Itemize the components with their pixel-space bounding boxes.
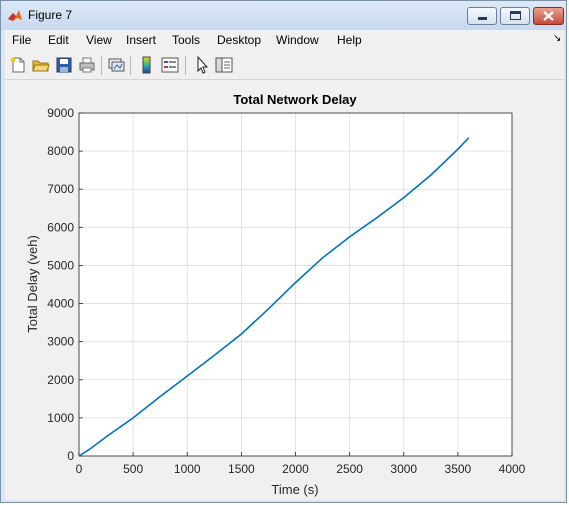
insert-colorbar-icon[interactable]	[138, 56, 156, 74]
y-tick-label: 0	[67, 449, 74, 463]
menu-view[interactable]: View	[86, 33, 112, 47]
figure-window: Figure 7 File Edit View Insert Tools Des…	[0, 0, 567, 503]
new-figure-icon[interactable]	[9, 56, 27, 74]
x-tick-label: 4000	[499, 462, 526, 476]
x-tick-label: 2500	[336, 462, 363, 476]
x-axis-label: Time (s)	[271, 482, 318, 497]
link-plot-icon[interactable]	[107, 56, 125, 74]
y-axis-label: Total Delay (veh)	[25, 235, 40, 333]
menu-window[interactable]: Window	[276, 33, 319, 47]
toolbar-separator	[101, 56, 102, 75]
maximize-icon	[510, 11, 521, 20]
y-tick-label: 5000	[47, 258, 74, 272]
menu-desktop[interactable]: Desktop	[217, 33, 261, 47]
y-tick-label: 3000	[47, 335, 74, 349]
menu-file[interactable]: File	[12, 33, 31, 47]
print-icon[interactable]	[78, 56, 96, 74]
x-tick-label: 3000	[390, 462, 417, 476]
y-tick-label: 7000	[47, 182, 74, 196]
menu-insert[interactable]: Insert	[126, 33, 156, 47]
title-bar[interactable]: Figure 7	[1, 1, 566, 30]
dock-arrow-icon[interactable]: ↘	[553, 33, 561, 44]
close-icon	[543, 11, 554, 21]
menu-bar: File Edit View Insert Tools Desktop Wind…	[5, 30, 564, 53]
maximize-button[interactable]	[500, 7, 530, 25]
line-chart[interactable]: 0 500 1000 1500 2000 2500 3000 3500 4000 0 1000 200…	[5, 80, 564, 500]
open-file-icon[interactable]	[32, 56, 50, 74]
y-tick-label: 6000	[47, 220, 74, 234]
x-tick-label: 2000	[282, 462, 309, 476]
y-tick-label: 1000	[47, 411, 74, 425]
y-tick-label: 2000	[47, 373, 74, 387]
close-button[interactable]	[533, 7, 564, 25]
toolbar-separator	[130, 56, 131, 75]
menu-tools[interactable]: Tools	[172, 33, 200, 47]
figure-canvas: 0 500 1000 1500 2000 2500 3000 3500 4000 0 1000 200…	[5, 80, 564, 500]
window-title: Figure 7	[28, 8, 73, 22]
chart-title: Total Network Delay	[233, 92, 357, 107]
matlab-icon	[8, 10, 22, 21]
x-tick-label: 500	[123, 462, 143, 476]
toolbar	[5, 52, 564, 80]
minimize-icon	[478, 17, 487, 20]
minimize-button[interactable]	[467, 7, 497, 25]
toolbar-separator	[185, 56, 186, 75]
edit-plot-arrow-icon[interactable]	[193, 56, 211, 74]
x-tick-label: 1000	[174, 462, 201, 476]
x-tick-label: 0	[76, 462, 83, 476]
y-tick-label: 4000	[47, 297, 74, 311]
save-icon[interactable]	[55, 56, 73, 74]
insert-legend-icon[interactable]	[161, 56, 179, 74]
x-tick-label: 1500	[228, 462, 255, 476]
property-inspector-icon[interactable]	[215, 56, 233, 74]
y-tick-label: 8000	[47, 144, 74, 158]
menu-edit[interactable]: Edit	[48, 33, 69, 47]
menu-help[interactable]: Help	[337, 33, 362, 47]
x-tick-label: 3500	[445, 462, 472, 476]
y-tick-label: 9000	[47, 106, 74, 120]
